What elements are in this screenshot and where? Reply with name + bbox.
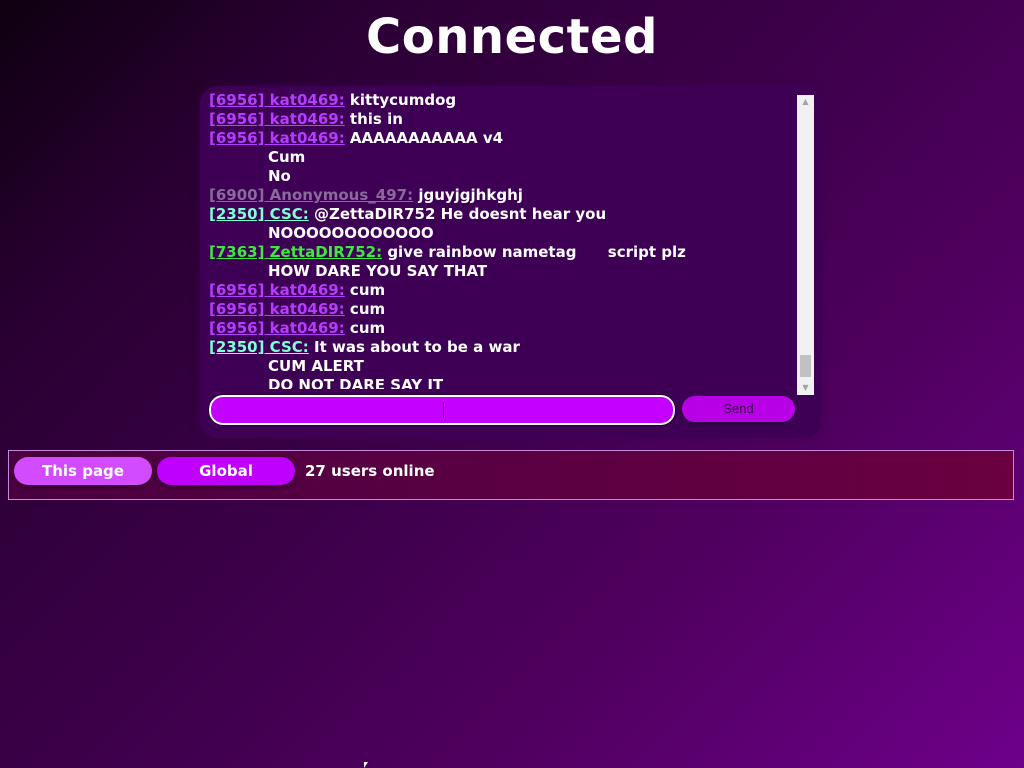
chat-message: [7363] ZettaDIR752: give rainbow nametag… [209,243,795,262]
chat-message: [6956] kat0469: AAAAAAAAAAA v4 [209,129,795,148]
scroll-down-arrow-icon[interactable]: ▼ [797,381,814,395]
chat-message-text: NOOOOOOOOOOOO [268,224,434,242]
chat-message-text: this in [344,110,403,128]
chat-message-text: @ZettaDIR752 He doesnt hear you [308,205,607,223]
chat-message: [6956] kat0469: kittycumdog [209,91,795,110]
chat-message-input[interactable] [208,394,676,426]
chat-message-list[interactable]: [6956] kat0469: kittycumdog [6956] kat046… [209,91,795,389]
chat-message: HOW DARE YOU SAY THAT [209,262,795,281]
chat-scrollbar[interactable]: ▲ ▼ [797,95,814,395]
scroll-up-arrow-icon[interactable]: ▲ [797,95,814,109]
chat-message: No [209,167,795,186]
chat-message-text: kittycumdog [344,91,457,109]
chat-message: [6956] kat0469: this in [209,110,795,129]
chat-message-text: HOW DARE YOU SAY THAT [268,262,488,280]
chat-message-username[interactable]: [6956] kat0469: [209,281,345,299]
chat-message-username[interactable]: [2350] CSC: [209,338,309,356]
chat-message: [6956] kat0469: cum [209,319,795,338]
chat-message-text: No [268,167,291,185]
chat-message: [6956] kat0469: cum [209,300,795,319]
online-users-bar: This page Global 27 users online [8,450,1014,500]
chat-message-username[interactable]: [2350] CSC: [209,205,309,223]
chat-message-username[interactable]: [6956] kat0469: [209,319,345,337]
chat-message-text: give rainbow nametag script plz [382,243,686,261]
chat-message: DO NOT DARE SAY IT [209,376,795,389]
chat-message: NOOOOOOOOOOOO [209,224,795,243]
chat-message-text: cum [344,300,386,318]
send-button[interactable]: Send [682,396,795,422]
chat-message-username[interactable]: [6900] Anonymous_497: [209,186,413,204]
chat-message: Cum [209,148,795,167]
chat-message: CUM ALERT [209,357,795,376]
chat-message-text: It was about to be a war [308,338,520,356]
chat-panel: [6956] kat0469: kittycumdog [6956] kat046… [200,86,822,438]
text-caret [443,402,444,418]
chat-message-text: cum [344,319,386,337]
chat-message-text: CUM ALERT [268,357,364,375]
page-title: Connected [366,9,658,65]
chat-message: [2350] CSC: @ZettaDIR752 He doesnt hear … [209,205,795,224]
global-button[interactable]: Global [157,457,295,485]
chat-message-text: cum [344,281,386,299]
chat-message-username[interactable]: [6956] kat0469: [209,300,345,318]
chat-message: [6956] kat0469: cum [209,281,795,300]
scroll-thumb[interactable] [800,355,811,377]
chat-message-text: jguyjgjhkghj [413,186,523,204]
online-users-count: 27 users online [305,462,435,480]
chat-message-username[interactable]: [6956] kat0469: [209,110,345,128]
chat-message-username[interactable]: [6956] kat0469: [209,91,345,109]
chat-message-username[interactable]: [6956] kat0469: [209,129,345,147]
chat-message-text: AAAAAAAAAAA v4 [344,129,504,147]
chat-message-username[interactable]: [7363] ZettaDIR752: [209,243,382,261]
this-page-button[interactable]: This page [14,457,152,485]
chat-message-text: Cum [268,148,306,166]
chat-message-text: DO NOT DARE SAY IT [268,376,444,389]
mouse-cursor-icon [364,762,368,768]
chat-message: [2350] CSC: It was about to be a war [209,338,795,357]
chat-message: [6900] Anonymous_497: jguyjgjhkghj [209,186,795,205]
